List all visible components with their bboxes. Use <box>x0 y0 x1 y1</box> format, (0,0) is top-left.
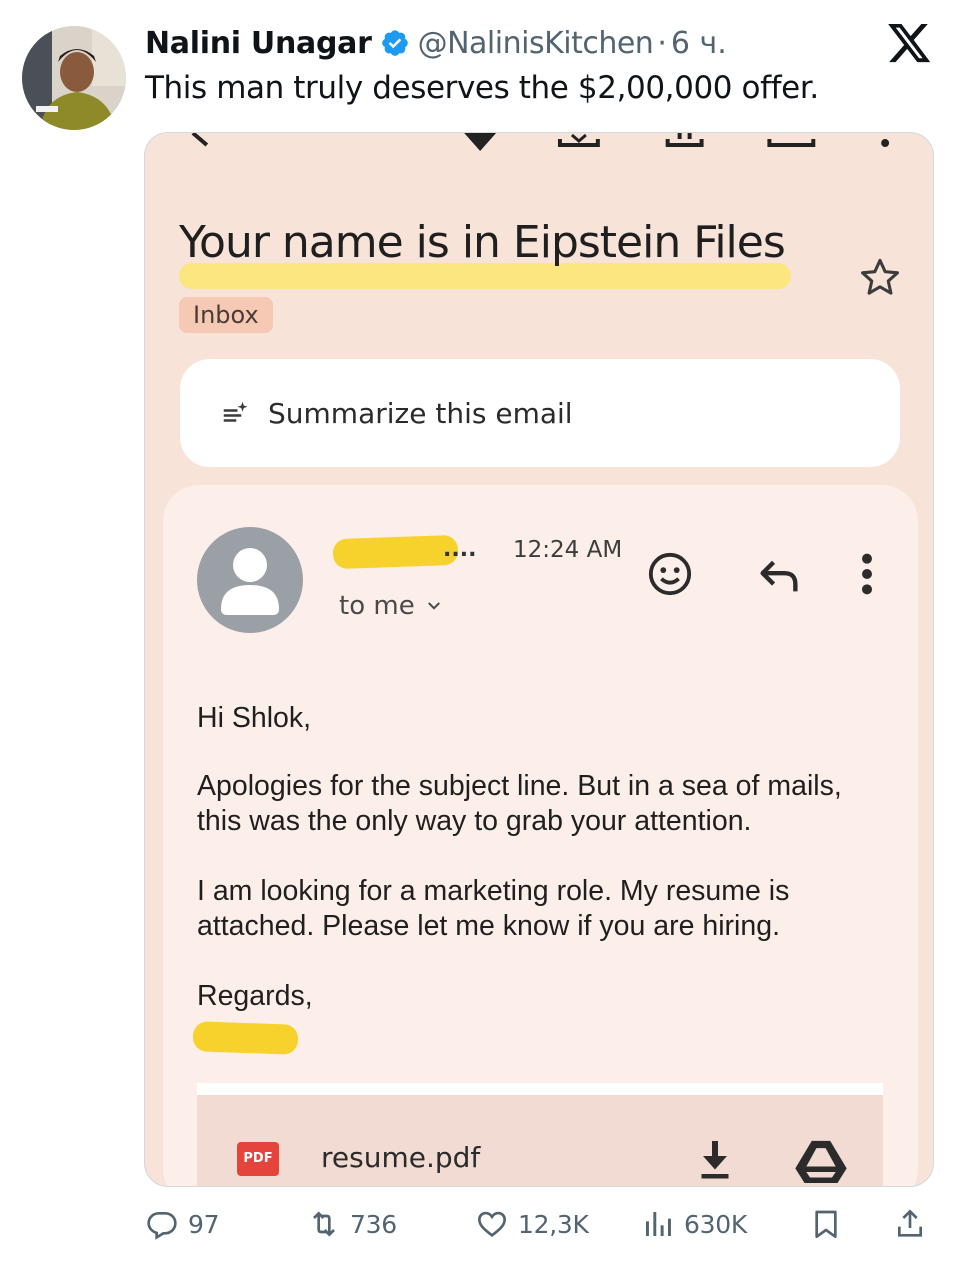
repost-button[interactable]: 736 <box>308 1206 397 1242</box>
attachment-file-name: resume.pdf <box>321 1141 481 1174</box>
chevron-down-icon <box>427 602 440 610</box>
email-toolbar-icons <box>191 133 890 151</box>
like-button[interactable]: 12,3K <box>476 1206 589 1242</box>
email-paragraph-2-line-2: attached. Please let me know if you are … <box>197 910 780 942</box>
share-icon <box>898 1209 922 1237</box>
repost-icon <box>313 1211 335 1237</box>
author-avatar[interactable] <box>22 26 126 130</box>
tweet-media-image[interactable]: Your name is in Eipstein Files Inbox Sum… <box>144 132 934 1187</box>
bookmark-icon <box>815 1210 837 1238</box>
sender-ellipsis: .... <box>443 537 477 562</box>
reply-bubble-icon <box>147 1212 177 1240</box>
star-icon[interactable] <box>857 255 903 301</box>
summarize-button[interactable]: Summarize this email <box>180 359 900 467</box>
tweet-time[interactable]: 6 ч. <box>671 26 727 61</box>
sender-redaction <box>332 534 459 570</box>
reply-icon[interactable] <box>757 555 801 595</box>
bookmark-button[interactable] <box>810 1206 842 1242</box>
attachment-row[interactable]: PDF resume.pdf <box>197 1095 883 1186</box>
summarize-label: Summarize this email <box>268 396 573 430</box>
verified-badge-icon <box>381 30 408 56</box>
email-time: 12:24 AM <box>513 537 623 563</box>
recipient-toggle[interactable]: to me <box>339 591 443 621</box>
share-button[interactable] <box>894 1206 926 1242</box>
recipient-label: to me <box>339 591 415 621</box>
email-paragraph-1-line-2: this was the only way to grab your atten… <box>197 805 752 837</box>
views-button[interactable]: 630K <box>642 1206 747 1242</box>
tweet-text: This man truly deserves the $2,00,000 of… <box>145 70 819 106</box>
views-bar-icon <box>646 1212 671 1236</box>
attachment-divider <box>197 1083 883 1095</box>
author-name[interactable]: Nalini Unagar <box>145 26 372 61</box>
reply-count: 97 <box>188 1209 220 1239</box>
more-vertical-icon[interactable] <box>857 551 877 597</box>
separator-dot: · <box>657 25 667 61</box>
emoji-icon[interactable] <box>647 551 693 597</box>
views-count: 630K <box>684 1209 747 1239</box>
person-avatar-icon[interactable] <box>197 527 303 633</box>
like-count: 12,3K <box>518 1209 589 1239</box>
google-drive-icon[interactable] <box>795 1139 847 1183</box>
heart-icon <box>477 1211 507 1238</box>
email-paragraph-2: I am looking for a marketing role. My re… <box>197 874 789 944</box>
email-subject: Your name is in Eipstein Files <box>179 217 786 268</box>
tweet-actions-bar: 97 736 12,3K 630K <box>0 1200 954 1250</box>
author-handle[interactable]: @NalinisKitchen <box>418 26 654 61</box>
repost-count: 736 <box>350 1209 397 1239</box>
download-icon[interactable] <box>697 1137 733 1181</box>
email-message-card: .... 12:24 AM to me Hi Shlok, Apologies … <box>163 485 918 1186</box>
summarize-sparkle-icon <box>223 401 248 422</box>
sender-name-redacted[interactable] <box>332 534 459 570</box>
email-greeting: Hi Shlok, <box>197 702 312 734</box>
reply-button[interactable]: 97 <box>146 1206 220 1242</box>
inbox-label-chip[interactable]: Inbox <box>179 297 273 333</box>
email-closing: Regards, <box>197 980 313 1012</box>
email-subject-wrap: Your name is in Eipstein Files <box>179 217 791 289</box>
email-paragraph-2-line-1: I am looking for a marketing role. My re… <box>197 875 790 907</box>
signature-redaction <box>192 1021 299 1055</box>
tweet-author-row: Nalini Unagar @NalinisKitchen · 6 ч. <box>145 22 727 64</box>
x-logo-icon[interactable] <box>888 24 932 64</box>
email-paragraph-1: Apologies for the subject line. But in a… <box>197 769 842 839</box>
email-paragraph-1-line-1: Apologies for the subject line. But in a… <box>197 770 842 802</box>
pdf-icon: PDF <box>237 1142 279 1176</box>
